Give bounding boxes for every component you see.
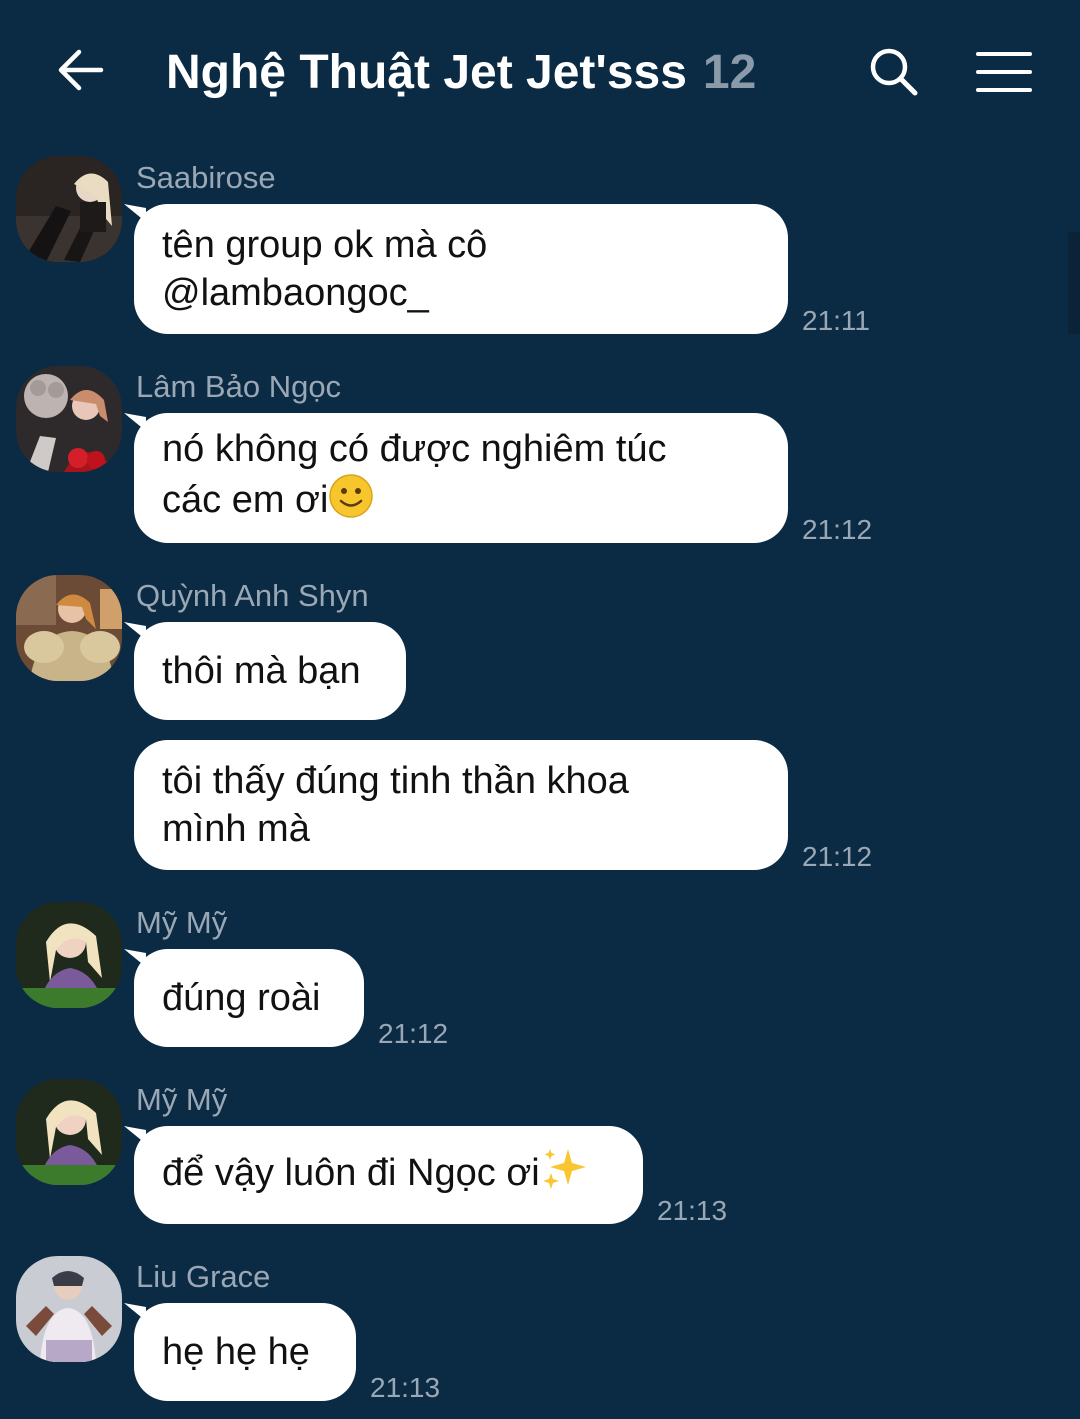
message-bubble[interactable]: để vậy luôn đi Ngọc ơi <box>134 1126 643 1224</box>
avatar-quynh-anh-shyn[interactable] <box>16 575 122 681</box>
message-bubble[interactable]: tên group ok mà cô @lambaongoc_ <box>134 204 788 334</box>
member-count: 12 <box>702 45 757 99</box>
message-text: tôi thấy đúng tinh thần khoa mình mà <box>162 757 629 853</box>
hamburger-menu-icon <box>976 52 1032 92</box>
message-text: đúng roài <box>162 977 321 1019</box>
message-text: hẹ hẹ hẹ <box>162 1331 310 1373</box>
message-line: tên group ok mà cô <box>162 224 488 266</box>
avatar-saabirose[interactable] <box>16 156 122 262</box>
sender-name: Liu Grace <box>136 1259 271 1294</box>
sender-name: Lâm Bảo Ngọc <box>136 369 342 404</box>
message-bubble[interactable]: tôi thấy đúng tinh thần khoa mình mà <box>134 740 788 870</box>
message-line: tôi thấy đúng tinh thần khoa <box>162 760 629 802</box>
sender-name: Quỳnh Anh Shyn <box>136 578 369 613</box>
message-time: 21:12 <box>802 514 873 545</box>
sparkles-icon <box>540 1145 588 1205</box>
message-bubble[interactable]: nó không có được nghiêm túc các em ơi <box>134 413 788 543</box>
message-text: thôi mà bạn <box>162 650 361 692</box>
message-line: các em ơi <box>162 473 667 531</box>
chat-title-group[interactable]: Nghệ Thuật Jet Jet'sss 12 <box>166 40 756 104</box>
avatar-liu-grace[interactable] <box>16 1256 122 1362</box>
chat-screen: Nghệ Thuật Jet Jet'sss 12 Saabirose tên … <box>0 0 1080 1419</box>
message-bubble[interactable]: đúng roài <box>134 949 364 1047</box>
message-mention[interactable]: @lambaongoc_ <box>162 269 487 317</box>
menu-button[interactable] <box>970 40 1038 104</box>
avatar-my-my[interactable] <box>16 902 122 1008</box>
message-line: mình mà <box>162 808 310 850</box>
chat-title: Nghệ Thuật Jet Jet'sss <box>166 45 687 99</box>
sender-name: Saabirose <box>136 160 276 195</box>
sender-name: Mỹ Mỹ <box>136 1082 228 1117</box>
sender-name: Mỹ Mỹ <box>136 905 228 940</box>
search-button[interactable] <box>862 40 926 104</box>
message-text: nó không có được nghiêm túc các em ơi <box>162 425 667 531</box>
search-icon <box>870 48 918 96</box>
message-text: tên group ok mà cô @lambaongoc_ <box>162 221 487 317</box>
message-time: 21:12 <box>802 841 873 872</box>
message-time: 21:11 <box>802 305 870 336</box>
message-time: 21:12 <box>378 1018 449 1049</box>
message-bubble[interactable]: thôi mà bạn <box>134 622 406 720</box>
message-time: 21:13 <box>370 1372 441 1403</box>
avatar-lam-bao-ngoc[interactable] <box>16 366 122 472</box>
arrow-left-icon <box>58 49 104 91</box>
message-text: để vậy luôn đi Ngọc ơi <box>162 1145 588 1205</box>
message-bubble[interactable]: hẹ hẹ hẹ <box>134 1303 356 1401</box>
slightly-smiling-face-icon <box>328 473 374 531</box>
avatar-my-my[interactable] <box>16 1079 122 1185</box>
back-button[interactable] <box>48 38 112 102</box>
scrollbar-thumb[interactable] <box>1068 232 1080 334</box>
message-line: nó không có được nghiêm túc <box>162 428 667 470</box>
chat-header: Nghệ Thuật Jet Jet'sss 12 <box>0 0 1080 140</box>
message-time: 21:13 <box>657 1195 728 1226</box>
